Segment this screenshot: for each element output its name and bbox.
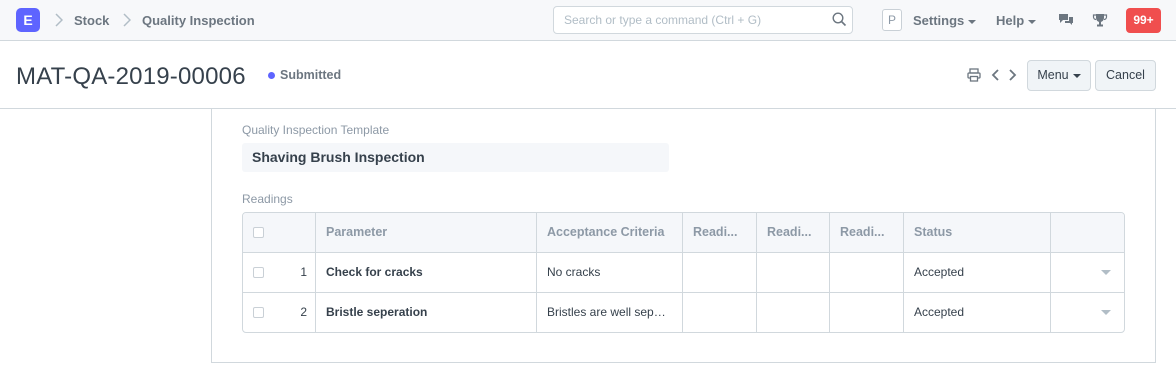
row-actions-cell (1051, 293, 1124, 332)
trophy-icon[interactable] (1092, 12, 1108, 28)
cell-reading-2[interactable] (757, 293, 830, 332)
cell-reading-1[interactable] (683, 293, 757, 332)
navbar: E Stock Quality Inspection P Settings He… (0, 0, 1176, 41)
search-icon[interactable] (832, 12, 847, 27)
comment-icon[interactable] (1058, 12, 1074, 28)
row-index: 1 (300, 265, 307, 279)
column-header-status[interactable]: Status (904, 213, 1051, 253)
cell-acceptance-criteria[interactable]: No cracks (537, 253, 683, 293)
table-row[interactable]: 1 Check for cracks No cracks Accepted (243, 253, 1124, 293)
table-row[interactable]: 2 Bristle seperation Bristles are well s… (243, 293, 1124, 332)
chevron-right-icon (55, 13, 63, 27)
template-field-label: Quality Inspection Template (242, 123, 390, 137)
readings-label: Readings (242, 192, 293, 206)
chevron-right-icon (123, 13, 131, 27)
settings-menu[interactable]: Settings (913, 13, 977, 28)
column-header-reading-3[interactable]: Readi... (830, 213, 904, 253)
row-actions-cell (1051, 253, 1124, 293)
search-input[interactable] (553, 6, 853, 34)
cell-reading-2[interactable] (757, 253, 830, 293)
avatar[interactable]: P (882, 9, 902, 31)
cell-reading-3[interactable] (830, 253, 904, 293)
caret-down-icon[interactable] (1101, 310, 1111, 315)
column-header-parameter[interactable]: Parameter (316, 213, 537, 253)
column-header-reading-2[interactable]: Readi... (757, 213, 830, 253)
settings-label: Settings (913, 13, 965, 28)
help-menu[interactable]: Help (996, 13, 1037, 28)
column-header-reading-1[interactable]: Readi... (683, 213, 757, 253)
cell-reading-3[interactable] (830, 293, 904, 332)
breadcrumb-stock[interactable]: Stock (74, 13, 109, 28)
readings-table: Parameter Acceptance Criteria Readi... R… (242, 212, 1125, 333)
breadcrumb-quality-inspection[interactable]: Quality Inspection (142, 13, 255, 28)
status-indicator-dot (268, 72, 275, 79)
help-label: Help (996, 13, 1025, 28)
caret-down-icon (968, 19, 977, 24)
caret-down-icon[interactable] (1101, 270, 1111, 275)
select-all-checkbox[interactable] (253, 227, 264, 238)
table-header-row: Parameter Acceptance Criteria Readi... R… (243, 213, 1124, 253)
chevron-left-icon[interactable] (989, 68, 1003, 82)
app-logo[interactable]: E (16, 8, 40, 32)
template-field-value[interactable]: Shaving Brush Inspection (242, 143, 669, 172)
caret-down-icon (1028, 19, 1037, 24)
status-badge: Submitted (280, 68, 342, 82)
cell-parameter[interactable]: Bristle seperation (316, 293, 537, 332)
cancel-button[interactable]: Cancel (1095, 60, 1156, 91)
row-checkbox[interactable] (253, 307, 264, 318)
menu-button[interactable]: Menu (1027, 60, 1091, 91)
cell-acceptance-criteria[interactable]: Bristles are well separated (537, 293, 683, 332)
notification-badge[interactable]: 99+ (1126, 8, 1161, 33)
column-header-acceptance-criteria[interactable]: Acceptance Criteria (537, 213, 683, 253)
page-title: MAT-QA-2019-00006 (16, 63, 246, 90)
cell-parameter[interactable]: Check for cracks (316, 253, 537, 293)
column-header-actions (1051, 213, 1124, 253)
cell-reading-1[interactable] (683, 253, 757, 293)
row-select-cell: 2 (243, 293, 316, 332)
row-select-cell: 1 (243, 253, 316, 293)
print-icon[interactable] (967, 68, 981, 82)
menu-button-label: Menu (1037, 68, 1069, 82)
row-index: 2 (300, 305, 307, 319)
cell-status[interactable]: Accepted (904, 253, 1051, 293)
chevron-right-icon[interactable] (1005, 68, 1019, 82)
select-all-cell (243, 213, 316, 253)
page-head: MAT-QA-2019-00006 Submitted Menu Cancel (0, 41, 1176, 109)
row-checkbox[interactable] (253, 267, 264, 278)
caret-down-icon (1072, 73, 1081, 78)
cell-status[interactable]: Accepted (904, 293, 1051, 332)
